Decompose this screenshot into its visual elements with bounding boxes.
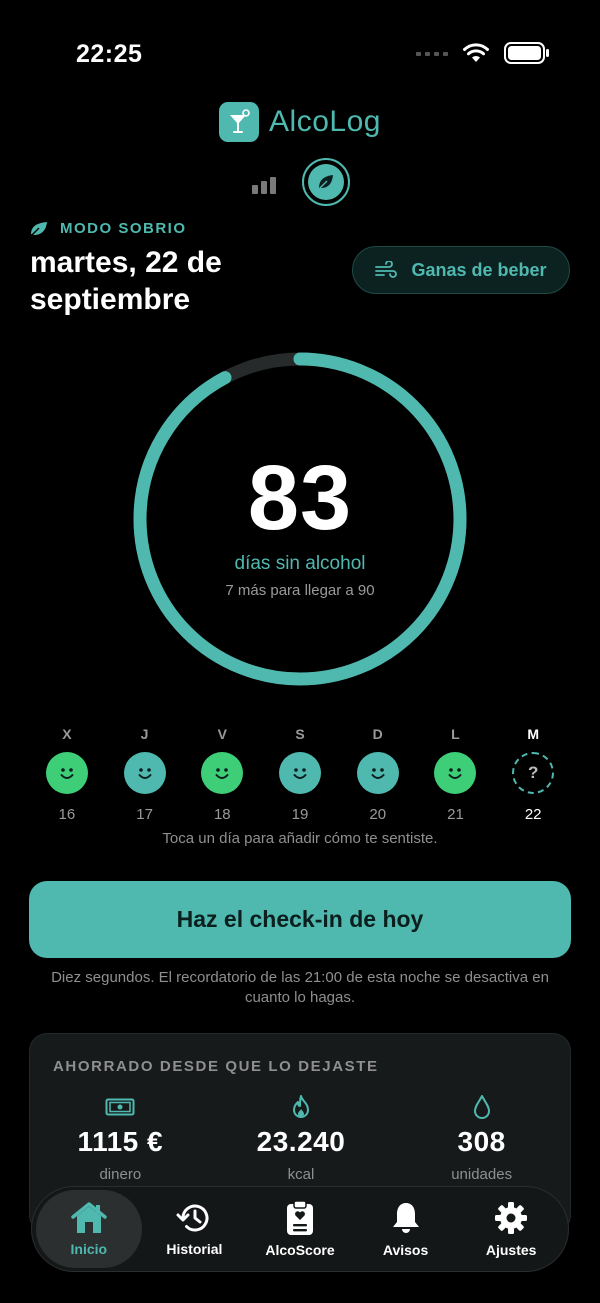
tab-label: Historial [166,1241,223,1257]
craving-button[interactable]: Ganas de beber [352,246,570,294]
checkin-button[interactable]: Haz el check-in de hoy [29,881,571,958]
week-mood-row: X 16 J 17 V 18 S 19 D 20 L 21 M? 22 [28,726,572,823]
app-name: AlcoLog [269,105,381,138]
stat-value: 23.240 [256,1126,346,1157]
happy-face-icon[interactable] [123,752,166,794]
stat-label: kcal [287,1166,315,1183]
day-letter: X [62,726,72,742]
drop-icon [472,1094,492,1120]
happy-face-icon[interactable] [45,752,88,794]
clipboard-heart-icon [286,1200,313,1235]
day-item[interactable]: M? 22 [494,726,572,823]
tab-avisos[interactable]: Avisos [353,1190,459,1268]
day-letter: S [295,726,305,742]
checkin-note: Diez segundos. El recordatorio de las 21… [51,969,549,1006]
tab-label: Inicio [70,1241,108,1257]
mode-label: MODO SOBRIO [30,220,187,237]
stat-value: 1115 € [77,1126,164,1157]
tab-label: AlcoScore [265,1242,335,1258]
happy-face-icon[interactable] [201,752,244,794]
tab-ajustes[interactable]: Ajustes [458,1190,564,1268]
streak-days: 83 [247,447,353,549]
week-hint: Toca un día para añadir cómo te sentiste… [162,830,438,847]
day-letter: V [217,726,227,742]
tab-bar: Inicio Historial AlcoScore Avisos Ajuste… [31,1186,569,1272]
cellular-signal-icon [416,52,448,56]
day-number: 19 [291,806,309,823]
app-header: AlcoLog [0,102,600,142]
tab-historial[interactable]: Historial [142,1190,248,1268]
happy-face-icon[interactable] [279,752,322,794]
day-letter: M [527,726,539,742]
stat-label: unidades [451,1166,513,1183]
savings-stats: 1115 € dinero 23.240 kcal 308 unidades [30,1094,572,1183]
flame-icon [290,1094,312,1120]
sober-mode-button[interactable] [302,158,350,206]
page-title: martes, 22 de septiembre [30,246,222,316]
tab-inicio[interactable]: Inicio [36,1190,142,1268]
cash-icon [105,1094,135,1120]
day-item[interactable]: D 20 [339,726,417,823]
day-number: 21 [447,806,464,823]
cocktail-logo-icon [219,102,260,142]
happy-face-icon[interactable] [434,752,477,794]
wind-icon [375,261,398,278]
stat-value: 308 [457,1126,506,1157]
day-letter: J [140,726,149,742]
day-number: 20 [369,806,387,823]
unknown-mood-icon[interactable]: ? [512,752,555,794]
streak-label: días sin alcohol [234,553,366,574]
day-number: 22 [524,806,542,823]
day-item[interactable]: X 16 [28,726,106,823]
streak-subtitle: 7 más para llegar a 90 [225,582,375,599]
stat-kcal: 23.240 kcal [216,1094,386,1183]
day-item[interactable]: L 21 [417,726,495,823]
craving-button-label: Ganas de beber [411,259,547,280]
day-item[interactable]: V 18 [183,726,261,823]
wifi-icon [463,43,489,62]
happy-face-icon[interactable] [356,752,399,794]
status-time: 22:25 [76,40,143,68]
battery-icon [504,42,549,64]
tab-label: Ajustes [485,1242,537,1258]
day-letter: D [372,726,383,742]
day-number: 16 [58,806,76,823]
mode-switch [0,158,600,206]
savings-title: AHORRADO DESDE QUE LO DEJASTE [53,1058,379,1075]
tab-alcoscore[interactable]: AlcoScore [247,1190,353,1268]
mode-label-text: MODO SOBRIO [60,220,187,237]
day-item[interactable]: S 19 [261,726,339,823]
day-item[interactable]: J 17 [106,726,184,823]
leaf-icon [308,164,344,200]
status-bar: 22:25 [0,0,600,100]
streak-ring: 83 días sin alcohol 7 más para llegar a … [131,350,469,688]
bell-icon [392,1203,419,1233]
stats-mode-icon[interactable] [250,170,278,194]
history-icon [176,1204,209,1232]
home-icon [71,1202,107,1233]
leaf-icon [30,221,47,236]
day-number: 18 [213,806,231,823]
stat-units: 308 unidades [397,1094,567,1183]
status-icons [416,42,550,64]
day-number: 17 [136,806,153,823]
stat-label: dinero [99,1166,142,1183]
day-letter: L [451,726,460,742]
tab-label: Avisos [382,1242,429,1258]
stat-money: 1115 € dinero [35,1094,205,1183]
gear-icon [495,1202,528,1234]
